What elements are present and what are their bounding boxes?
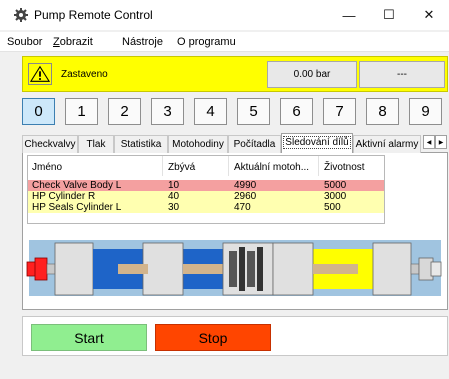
tab-statistika[interactable]: Statistika [114, 135, 168, 153]
app-window: Pump Remote Control — ☐ ✕ Soubor Zobrazi… [0, 0, 449, 379]
menu-bar: Soubor Zobrazit Nástroje O programu [0, 32, 449, 52]
tab-scroll-left-button[interactable]: ◀ [423, 135, 435, 149]
left-mid-block [142, 242, 184, 296]
left-end-block [54, 242, 94, 296]
cell-remaining: 30 [168, 202, 180, 213]
pump-selector: 0 1 2 3 4 5 6 7 8 9 [22, 98, 448, 126]
pump-button-0[interactable]: 0 [22, 98, 55, 125]
status-panel: Zastaveno 0.00 bar --- [22, 56, 448, 92]
column-divider [162, 156, 163, 176]
tab-strip: Checkvalvy Tlak Statistika Motohodiny Po… [22, 133, 448, 154]
pump-button-2[interactable]: 2 [108, 98, 141, 125]
right-mid-block [272, 242, 314, 296]
cell-lifetime: 5000 [324, 180, 347, 191]
cell-lifetime: 500 [324, 202, 341, 213]
menu-zobrazit[interactable]: Zobrazit [53, 36, 93, 48]
pump-button-4[interactable]: 4 [194, 98, 227, 125]
menu-o-programu[interactable]: O programu [177, 36, 236, 48]
tab-sledovani-dilu[interactable]: Sledování dílů [281, 133, 353, 154]
pump-button-3[interactable]: 3 [151, 98, 184, 125]
pump-schematic [26, 240, 442, 296]
column-header-name[interactable]: Jméno [32, 162, 62, 173]
pump-button-8[interactable]: 8 [366, 98, 399, 125]
menu-soubor[interactable]: Soubor [7, 36, 42, 48]
table-row[interactable]: HP Seals Cylinder L 30 470 500 [28, 202, 384, 213]
cell-remaining: 10 [168, 180, 180, 191]
left-connecting-rod [183, 264, 223, 274]
cell-remaining: 40 [168, 191, 180, 202]
column-divider [228, 156, 229, 176]
tab-pocitadla[interactable]: Počítadla [228, 135, 281, 153]
pump-button-7[interactable]: 7 [323, 98, 356, 125]
cell-lifetime: 3000 [324, 191, 347, 202]
window-title: Pump Remote Control [34, 8, 153, 22]
cell-current-hours: 4990 [234, 180, 257, 191]
table-row[interactable]: Check Valve Body L 10 4990 5000 [28, 180, 384, 191]
parts-table[interactable]: Jméno Zbývá Aktuální motoh... Životnost … [27, 155, 385, 224]
tab-aktivni-alarmy[interactable]: Aktivní alarmy [353, 135, 421, 153]
tab-tlak[interactable]: Tlak [78, 135, 114, 153]
cell-name: HP Cylinder R [32, 191, 96, 202]
pump-button-9[interactable]: 9 [409, 98, 442, 125]
title-bar: Pump Remote Control — ☐ ✕ [0, 0, 449, 30]
warning-icon [28, 63, 52, 85]
status-text: Zastaveno [61, 69, 108, 80]
stop-button[interactable]: Stop [155, 324, 271, 351]
cell-name: HP Seals Cylinder L [32, 202, 122, 213]
table-header: Jméno Zbývá Aktuální motoh... Životnost [28, 156, 384, 176]
tab-checkvalvy[interactable]: Checkvalvy [22, 135, 78, 153]
column-divider [318, 156, 319, 176]
tab-motohodiny[interactable]: Motohodiny [168, 135, 228, 153]
close-button[interactable]: ✕ [409, 0, 449, 30]
pump-button-5[interactable]: 5 [237, 98, 270, 125]
cell-name: Check Valve Body L [32, 180, 122, 191]
column-header-current-hours[interactable]: Aktuální motoh... [234, 162, 309, 173]
tab-scroll-right-button[interactable]: ▶ [435, 135, 447, 149]
maximize-button[interactable]: ☐ [369, 0, 409, 30]
pressure-readout: 0.00 bar [267, 61, 357, 88]
status-extra-readout: --- [359, 61, 445, 88]
column-header-lifetime[interactable]: Životnost [324, 162, 365, 173]
cell-current-hours: 2960 [234, 191, 257, 202]
right-piston-rod [313, 264, 358, 274]
minimize-button[interactable]: — [329, 0, 369, 30]
table-row[interactable]: HP Cylinder R 40 2960 3000 [28, 191, 384, 202]
gear-icon [14, 8, 28, 22]
left-piston-rod [118, 264, 148, 274]
column-header-remaining[interactable]: Zbývá [168, 162, 195, 173]
start-button[interactable]: Start [31, 324, 147, 351]
cell-current-hours: 470 [234, 202, 251, 213]
control-panel: Start Stop [22, 316, 448, 356]
pump-button-1[interactable]: 1 [65, 98, 98, 125]
right-end-block [372, 242, 412, 296]
tab-content-sledovani-dilu: Jméno Zbývá Aktuální motoh... Životnost … [22, 153, 448, 310]
pump-button-6[interactable]: 6 [280, 98, 313, 125]
menu-nastroje[interactable]: Nástroje [122, 36, 163, 48]
